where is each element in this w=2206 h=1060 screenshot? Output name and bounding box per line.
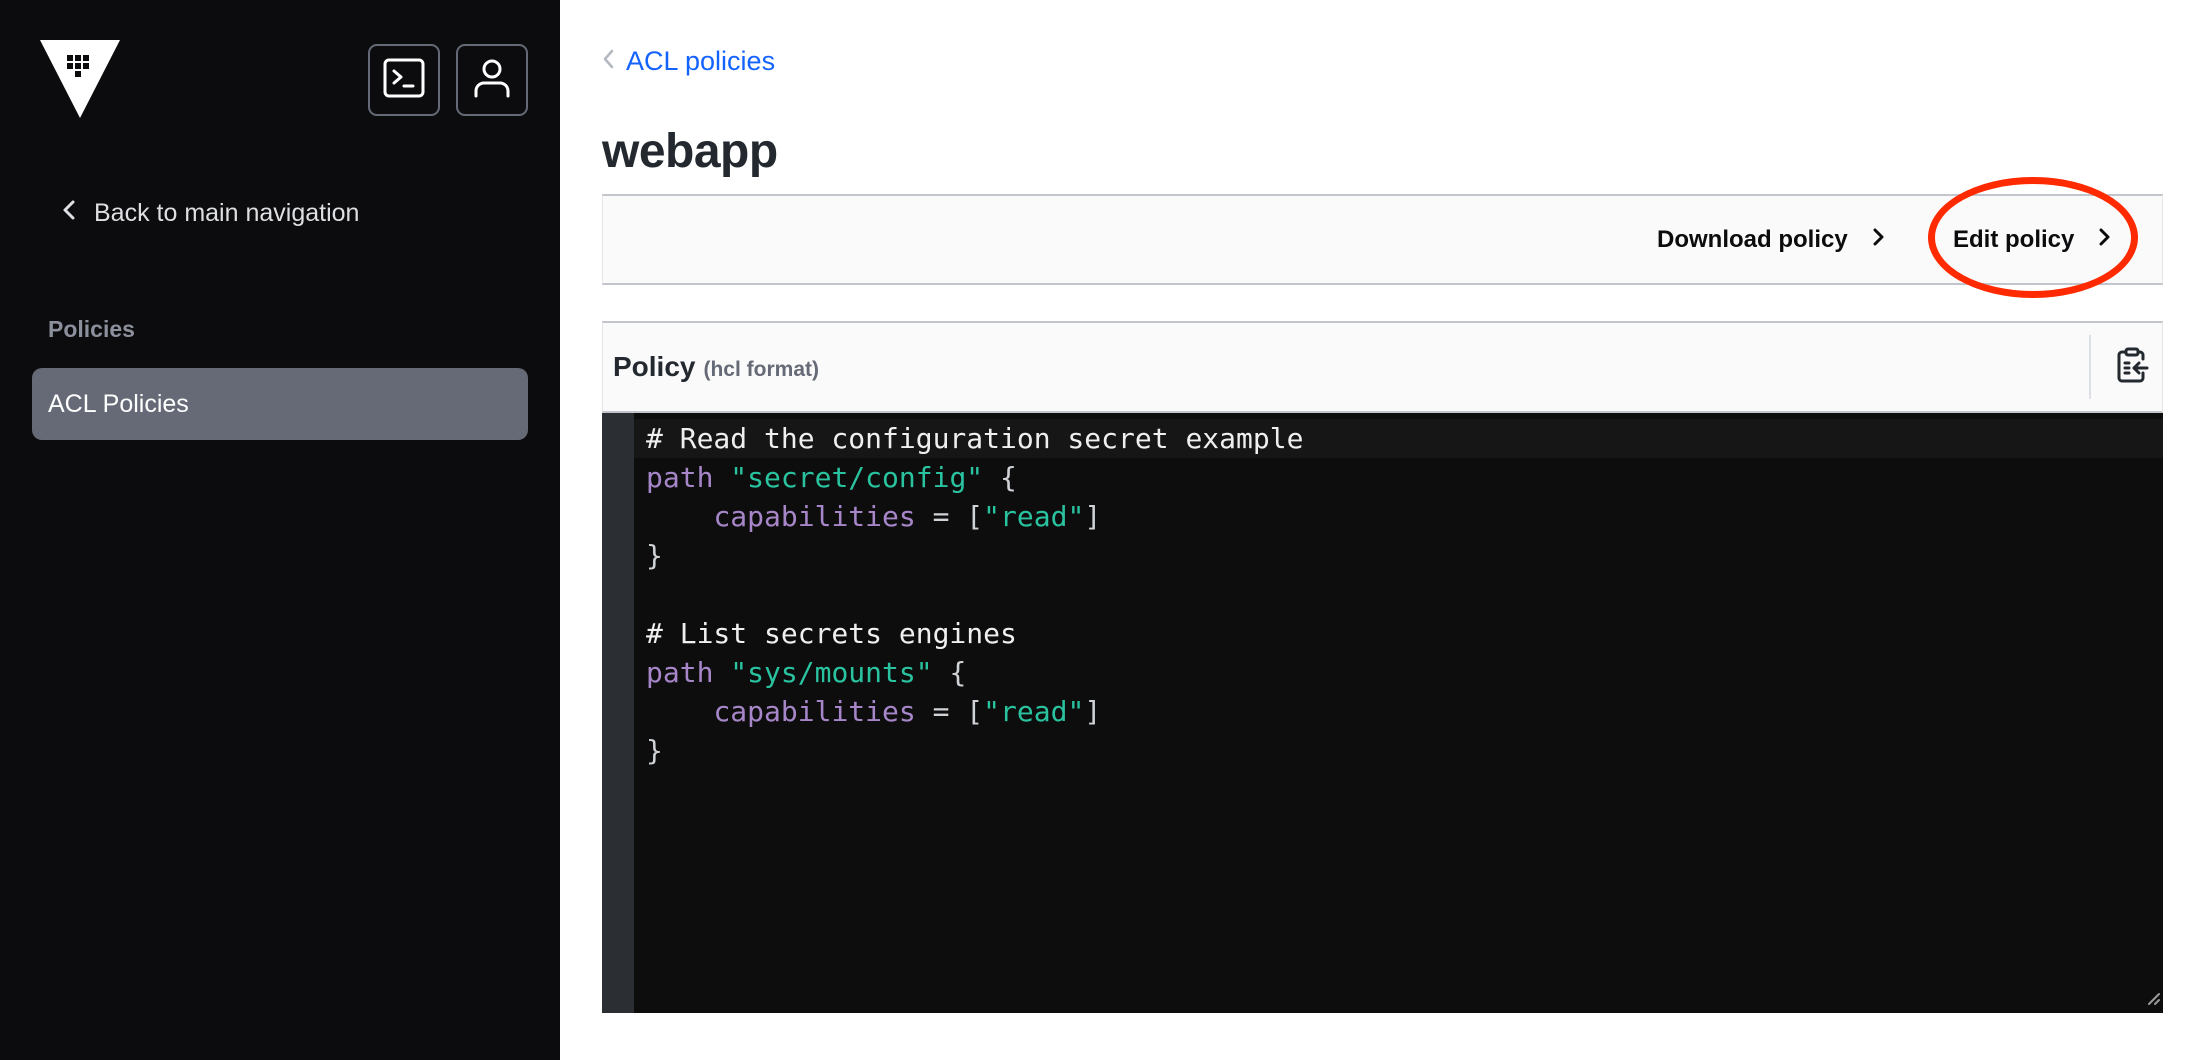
code-line[interactable]: capabilities = ["read"] <box>634 692 2163 731</box>
edit-policy-label: Edit policy <box>1953 225 2075 253</box>
code-line[interactable]: path "sys/mounts" { <box>634 653 2163 692</box>
code-token-kw: path <box>646 656 714 689</box>
code-token-str: "sys/mounts" <box>730 656 933 689</box>
policy-header: Policy (hcl format) <box>602 321 2163 413</box>
code-line[interactable] <box>634 575 2163 614</box>
edit-policy-button[interactable]: Edit policy <box>1953 196 2110 283</box>
user-icon <box>473 58 511 103</box>
back-link-label: Back to main navigation <box>94 198 360 227</box>
code-token-punc <box>713 656 730 689</box>
policy-code-editor[interactable]: # Read the configuration secret example p… <box>602 413 2163 1013</box>
code-token-comment: # Read the configuration secret example <box>646 422 1304 455</box>
editor-gutter <box>602 413 634 1013</box>
console-button[interactable] <box>368 44 440 116</box>
code-token-punc <box>646 500 713 533</box>
clipboard-copy-icon <box>2116 347 2150 388</box>
code-token-kw: capabilities <box>713 500 916 533</box>
chevron-right-icon <box>2074 226 2110 254</box>
code-line[interactable]: # Read the configuration secret example <box>634 419 2163 458</box>
section-label-policies: Policies <box>48 316 135 342</box>
user-menu-button[interactable] <box>456 44 528 116</box>
policy-title: Policy (hcl format) <box>613 351 819 383</box>
vault-logo-icon[interactable] <box>40 40 120 118</box>
code-token-punc <box>646 695 713 728</box>
code-line[interactable]: # List secrets engines <box>634 614 2163 653</box>
sidebar: Back to main navigation Policies ACL Pol… <box>0 0 560 1060</box>
code-token-str: "read" <box>983 500 1085 533</box>
chevron-right-icon <box>1848 226 1884 254</box>
code-token-punc: = [ <box>915 500 984 533</box>
policy-toolbar: Download policy Edit policy <box>602 194 2163 285</box>
code-line[interactable]: } <box>634 731 2163 770</box>
breadcrumb: ACL policies <box>602 46 775 77</box>
copy-policy-button[interactable] <box>2111 345 2155 389</box>
code-token-punc: = [ <box>915 695 984 728</box>
sidebar-item-label: ACL Policies <box>48 389 189 418</box>
policy-format-label: (hcl format) <box>703 358 819 381</box>
code-line[interactable]: capabilities = ["read"] <box>634 497 2163 536</box>
code-token-punc: } <box>646 734 663 767</box>
code-line[interactable]: path "secret/config" { <box>634 458 2163 497</box>
code-token-punc: { <box>983 461 1017 494</box>
sidebar-item-acl-policies[interactable]: ACL Policies <box>32 368 528 440</box>
code-token-punc: { <box>932 656 967 689</box>
code-token-str: "secret/config" <box>730 461 984 494</box>
page-title: webapp <box>602 125 778 178</box>
code-token-punc: ] <box>1084 695 1102 728</box>
breadcrumb-acl-policies-link[interactable]: ACL policies <box>626 46 775 77</box>
back-to-main-navigation-link[interactable]: Back to main navigation <box>62 196 359 230</box>
download-policy-button[interactable]: Download policy <box>1657 196 1884 283</box>
resize-handle-icon[interactable] <box>2147 992 2161 1011</box>
code-token-punc <box>713 461 730 494</box>
code-token-punc: } <box>646 539 663 572</box>
code-line[interactable]: } <box>634 536 2163 575</box>
chevron-left-icon <box>62 199 94 228</box>
code-token-punc: ] <box>1084 500 1102 533</box>
code-content[interactable]: # Read the configuration secret example p… <box>634 419 2163 770</box>
chevron-left-icon <box>602 46 614 77</box>
code-token-comment: # List secrets engines <box>646 617 1017 650</box>
download-policy-label: Download policy <box>1657 225 1848 253</box>
terminal-icon <box>383 58 425 103</box>
code-token-kw: path <box>646 461 714 494</box>
policy-title-label: Policy <box>613 351 696 382</box>
code-token-kw: capabilities <box>713 695 916 728</box>
divider <box>2089 335 2091 399</box>
code-token-str: "read" <box>983 695 1085 728</box>
